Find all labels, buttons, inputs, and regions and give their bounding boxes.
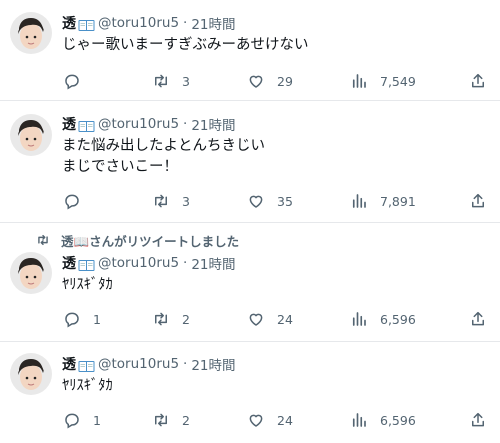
views-button[interactable]: 6,596 bbox=[350, 409, 416, 431]
open-book-icon bbox=[78, 17, 95, 31]
handle[interactable]: @toru10ru5 bbox=[98, 15, 179, 31]
views-icon bbox=[352, 312, 366, 326]
like-button[interactable]: 29 bbox=[247, 70, 293, 92]
timeline-feed: 透 @toru10ru5 · 21時間 じゃー歌いまーすぎぶみーあせけない 3 … bbox=[0, 0, 500, 443]
tweet-text-line: まじでさいこー！ bbox=[62, 159, 178, 175]
handle[interactable]: @toru10ru5 bbox=[98, 116, 179, 132]
reply-button[interactable]: 1 bbox=[63, 409, 101, 431]
tweet-text: じゃー歌いまーすぎぶみーあせけない bbox=[62, 35, 309, 56]
timestamp[interactable]: 21時間 bbox=[191, 114, 235, 134]
tweet[interactable]: 透 @toru10ru5 · 21時間 じゃー歌いまーすぎぶみーあせけない 3 … bbox=[0, 0, 500, 100]
tweet-actions: 1 2 24 6,596 bbox=[55, 409, 495, 431]
share-icon bbox=[472, 73, 484, 88]
reply-icon bbox=[65, 194, 79, 210]
timestamp[interactable]: 21時間 bbox=[191, 13, 235, 33]
retweet-count: 3 bbox=[182, 73, 190, 89]
share-icon bbox=[472, 311, 484, 326]
separator-dot: · bbox=[183, 116, 188, 132]
like-count: 24 bbox=[277, 311, 293, 327]
display-name[interactable]: 透 bbox=[62, 354, 76, 374]
retweet-button[interactable]: 2 bbox=[152, 409, 190, 431]
like-count: 24 bbox=[277, 412, 293, 428]
avatar[interactable] bbox=[10, 252, 52, 294]
retweet-button[interactable]: 3 bbox=[152, 190, 190, 212]
display-name[interactable]: 透 bbox=[62, 253, 76, 273]
retweet-button[interactable]: 2 bbox=[152, 308, 190, 330]
share-button[interactable] bbox=[469, 70, 487, 92]
retweet-count: 2 bbox=[182, 311, 190, 327]
separator-dot: · bbox=[183, 255, 188, 271]
handle[interactable]: @toru10ru5 bbox=[98, 356, 179, 372]
reply-button[interactable]: 1 bbox=[63, 308, 101, 330]
heart-icon bbox=[249, 195, 263, 208]
display-name[interactable]: 透 bbox=[62, 13, 76, 33]
avatar[interactable] bbox=[10, 114, 52, 156]
like-button[interactable]: 24 bbox=[247, 308, 293, 330]
tweet-actions: 3 35 7,891 bbox=[55, 190, 495, 212]
share-icon bbox=[472, 193, 484, 208]
tweet-text-line: また悩み出したよとんちきじい bbox=[62, 138, 265, 154]
separator-dot: · bbox=[183, 15, 188, 31]
share-button[interactable] bbox=[469, 308, 487, 330]
view-count: 6,596 bbox=[380, 412, 416, 428]
share-button[interactable] bbox=[469, 409, 487, 431]
reply-count: 1 bbox=[93, 412, 101, 428]
tweet-text: ﾔﾘｽｷﾞﾀｶ bbox=[62, 376, 113, 397]
like-count: 35 bbox=[277, 193, 293, 209]
share-button[interactable] bbox=[469, 190, 487, 212]
reply-icon bbox=[65, 312, 79, 328]
retweet-banner-text: 透📖さんがリツイートしました bbox=[61, 233, 240, 249]
views-icon bbox=[352, 194, 366, 208]
retweet-banner[interactable]: 透📖さんがリツイートしました bbox=[36, 231, 239, 249]
reply-icon bbox=[65, 413, 79, 429]
timestamp[interactable]: 21時間 bbox=[191, 354, 235, 374]
like-button[interactable]: 35 bbox=[247, 190, 293, 212]
heart-icon bbox=[249, 414, 263, 427]
like-button[interactable]: 24 bbox=[247, 409, 293, 431]
retweet-icon bbox=[155, 312, 167, 326]
reply-count: 1 bbox=[93, 311, 101, 327]
view-count: 6,596 bbox=[380, 311, 416, 327]
reply-icon bbox=[65, 74, 79, 90]
retweet-icon bbox=[155, 194, 167, 208]
reply-button[interactable] bbox=[63, 70, 93, 92]
avatar[interactable] bbox=[10, 353, 52, 395]
tweet[interactable]: 透📖さんがリツイートしました 透 @toru10ru5 · 21時間 ﾔﾘｽｷﾞ… bbox=[0, 223, 500, 341]
tweet[interactable]: 透 @toru10ru5 · 21時間 また悩み出したよとんちきじい まじでさい… bbox=[0, 101, 500, 222]
views-button[interactable]: 6,596 bbox=[350, 308, 416, 330]
like-count: 29 bbox=[277, 73, 293, 89]
separator-dot: · bbox=[183, 356, 188, 372]
share-icon bbox=[472, 412, 484, 427]
handle[interactable]: @toru10ru5 bbox=[98, 255, 179, 271]
timestamp[interactable]: 21時間 bbox=[191, 253, 235, 273]
retweet-count: 3 bbox=[182, 193, 190, 209]
views-icon bbox=[352, 413, 366, 427]
retweet-icon bbox=[38, 234, 48, 246]
retweet-icon bbox=[155, 413, 167, 427]
tweet-text: ﾔﾘｽｷﾞﾀｶ bbox=[62, 275, 113, 296]
tweet-text-line: ﾔﾘｽｷﾞﾀｶ bbox=[62, 378, 113, 394]
retweet-count: 2 bbox=[182, 412, 190, 428]
view-count: 7,891 bbox=[380, 193, 416, 209]
retweet-icon bbox=[155, 74, 167, 88]
heart-icon bbox=[249, 313, 263, 326]
view-count: 7,549 bbox=[380, 73, 416, 89]
views-button[interactable]: 7,891 bbox=[350, 190, 416, 212]
retweet-button[interactable]: 3 bbox=[152, 70, 190, 92]
reply-button[interactable] bbox=[63, 190, 93, 212]
tweet[interactable]: 透 @toru10ru5 · 21時間 ﾔﾘｽｷﾞﾀｶ 1 2 24 6,596 bbox=[0, 342, 500, 443]
avatar[interactable] bbox=[10, 12, 52, 54]
heart-icon bbox=[249, 75, 263, 88]
views-icon bbox=[352, 74, 366, 88]
tweet-text-line: じゃー歌いまーすぎぶみーあせけない bbox=[62, 37, 309, 53]
open-book-icon bbox=[78, 358, 95, 372]
tweet-actions: 1 2 24 6,596 bbox=[55, 308, 495, 330]
open-book-icon bbox=[78, 118, 95, 132]
display-name[interactable]: 透 bbox=[62, 114, 76, 134]
tweet-text: また悩み出したよとんちきじい まじでさいこー！ bbox=[62, 136, 265, 178]
tweet-text-line: ﾔﾘｽｷﾞﾀｶ bbox=[62, 277, 113, 293]
open-book-icon bbox=[78, 257, 95, 271]
tweet-actions: 3 29 7,549 bbox=[55, 70, 495, 92]
views-button[interactable]: 7,549 bbox=[350, 70, 416, 92]
